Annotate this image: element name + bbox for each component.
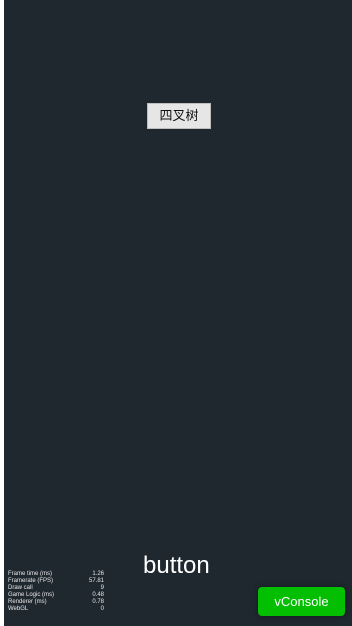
stats-value: 0.48 bbox=[92, 592, 104, 598]
stats-value: 9 bbox=[100, 585, 104, 591]
stats-label: Draw call bbox=[8, 585, 33, 591]
stats-row-renderer: Renderer (ms) 0.78 bbox=[8, 599, 104, 606]
stats-row-framerate: Framerate (FPS) 57.81 bbox=[8, 578, 104, 585]
stats-row-draw-call: Draw call 9 bbox=[8, 585, 104, 592]
stats-label: Framerate (FPS) bbox=[8, 578, 54, 584]
button-label[interactable]: button bbox=[143, 550, 210, 582]
stats-row-frame-time: Frame time (ms) 1.26 bbox=[8, 571, 104, 578]
stats-row-webgl: WebGL 0 bbox=[8, 606, 104, 613]
stats-value: 57.81 bbox=[88, 578, 104, 584]
stats-row-game-logic: Game Logic (ms) 0.48 bbox=[8, 592, 104, 599]
stats-value: 0.78 bbox=[92, 599, 104, 605]
quadtree-button[interactable]: 四叉树 bbox=[147, 103, 211, 129]
viewport-frame: 四叉树 button Frame time (ms) 1.26 Framerat… bbox=[0, 0, 352, 626]
stats-label: Game Logic (ms) bbox=[8, 592, 55, 598]
stats-value: 1.26 bbox=[92, 571, 104, 577]
stats-label: Frame time (ms) bbox=[8, 571, 52, 577]
stats-value: 0 bbox=[100, 606, 104, 612]
vconsole-button[interactable]: vConsole bbox=[258, 587, 345, 616]
stats-label: Renderer (ms) bbox=[8, 599, 47, 605]
stats-label: WebGL bbox=[8, 606, 29, 612]
profiler-stats-panel: Frame time (ms) 1.26 Framerate (FPS) 57.… bbox=[8, 571, 104, 613]
game-canvas[interactable]: 四叉树 button Frame time (ms) 1.26 Framerat… bbox=[4, 0, 352, 626]
